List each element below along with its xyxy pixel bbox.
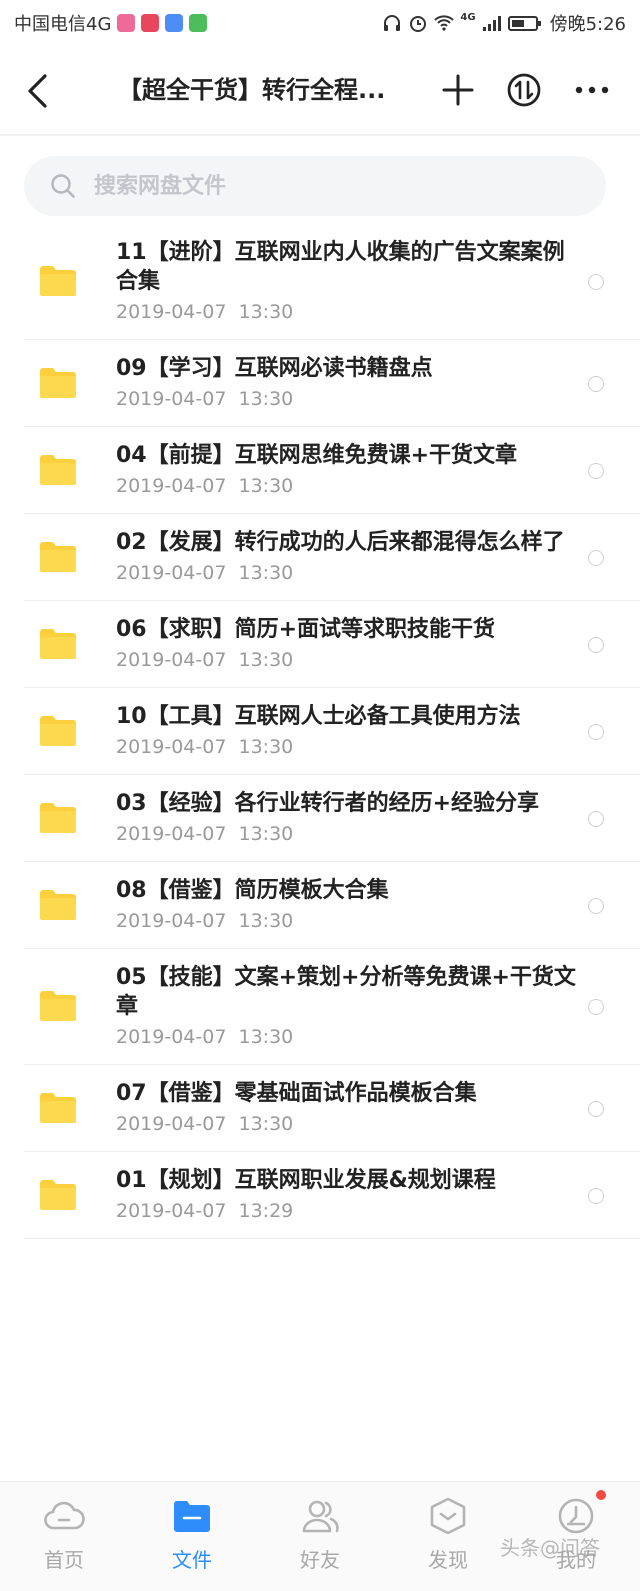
file-name: 10【工具】互联网人士必备工具使用方法 (116, 704, 521, 729)
file-name: 09【学习】互联网必读书籍盘点 (116, 356, 433, 381)
file-name: 04【前提】互联网思维免费课+干货文章 (116, 443, 518, 468)
file-list-item[interactable]: 09【学习】互联网必读书籍盘点 2019-04-07 13:30 (0, 340, 640, 427)
folder-icon (40, 1092, 76, 1123)
nav-bar: 【超全干货】转行全程... (0, 46, 640, 136)
more-button[interactable] (572, 72, 612, 108)
tab-friends[interactable]: 好友 (256, 1482, 384, 1591)
file-date: 2019-04-07 13:30 (116, 736, 294, 758)
select-radio[interactable] (588, 723, 604, 740)
folder-icon (40, 889, 76, 920)
chevron-left-icon (28, 74, 47, 108)
file-name: 02【发展】转行成功的人后来都混得怎么样了 (116, 530, 565, 555)
file-date: 2019-04-07 13:30 (116, 1026, 294, 1048)
select-radio[interactable] (588, 1187, 604, 1204)
discover-icon (430, 1497, 466, 1535)
status-left: 中国电信4G (14, 10, 208, 36)
status-right: 4G 傍晚5:26 (382, 10, 626, 36)
select-radio[interactable] (588, 549, 604, 566)
select-radio[interactable] (588, 999, 604, 1015)
folder-icon (174, 1501, 210, 1532)
notification-app-icon (189, 14, 208, 32)
file-list-item[interactable]: 03【经验】各行业转行者的经历+经验分享 2019-04-07 13:30 (0, 775, 640, 862)
back-button[interactable] (26, 68, 66, 114)
file-date: 2019-04-07 13:30 (116, 562, 294, 584)
file-date: 2019-04-07 13:30 (116, 301, 294, 323)
file-list-item[interactable]: 08【借鉴】简历模板大合集 2019-04-07 13:30 (0, 862, 640, 949)
file-list-item[interactable]: 10【工具】互联网人士必备工具使用方法 2019-04-07 13:30 (0, 688, 640, 775)
select-radio[interactable] (588, 636, 604, 653)
file-date: 2019-04-07 13:30 (116, 649, 294, 671)
cloud-icon (44, 1501, 85, 1530)
select-radio[interactable] (588, 274, 604, 290)
file-name: 05【技能】文案+策划+分析等免费课+干货文章 (116, 965, 576, 1019)
status-bar: 中国电信4G 4G 傍晚5:26 (0, 0, 640, 46)
friends-icon (302, 1500, 339, 1533)
add-button[interactable] (440, 72, 476, 108)
folder-icon (40, 991, 76, 1021)
file-date: 2019-04-07 13:30 (116, 823, 294, 845)
tab-label: 文件 (172, 1548, 212, 1572)
select-radio[interactable] (588, 1100, 604, 1117)
watermark: 头条@问答 (500, 1536, 600, 1560)
file-list-item[interactable]: 04【前提】互联网思维免费课+干货文章 2019-04-07 13:30 (0, 427, 640, 514)
select-radio[interactable] (588, 375, 604, 392)
nav-divider (0, 134, 640, 136)
search-icon (51, 174, 75, 198)
file-name: 03【经验】各行业转行者的经历+经验分享 (116, 791, 540, 816)
file-date: 2019-04-07 13:30 (116, 1113, 294, 1135)
page-title: 【超全干货】转行全程... (118, 76, 386, 104)
signal-icon (482, 16, 501, 31)
alarm-icon (410, 16, 427, 32)
folder-icon (40, 715, 76, 746)
network-type-label: 4G (460, 11, 476, 23)
tab-label: 好友 (300, 1548, 340, 1572)
folder-icon (40, 266, 76, 296)
wifi-icon (434, 15, 455, 31)
clock-label: 傍晚5:26 (549, 14, 626, 35)
tab-label: 首页 (44, 1548, 84, 1572)
transfer-button[interactable] (506, 72, 542, 108)
file-name: 08【借鉴】简历模板大合集 (116, 878, 389, 903)
file-date: 2019-04-07 13:29 (116, 1200, 294, 1222)
tab-files[interactable]: 文件 (128, 1482, 256, 1591)
folder-icon (40, 1179, 76, 1210)
notification-app-icon (141, 14, 160, 32)
tab-label: 发现 (428, 1548, 468, 1572)
headphones-icon (384, 15, 401, 31)
file-list: 11【进阶】互联网业内人收集的广告文案案例合集 2019-04-07 13:30… (0, 224, 640, 1239)
file-date: 2019-04-07 13:30 (116, 910, 294, 932)
tab-home[interactable]: 首页 (0, 1482, 128, 1591)
carrier-label: 中国电信4G (14, 14, 112, 35)
file-date: 2019-04-07 13:30 (116, 388, 294, 410)
select-radio[interactable] (588, 897, 604, 914)
file-date: 2019-04-07 13:30 (116, 475, 294, 497)
file-list-item[interactable]: 06【求职】简历+面试等求职技能干货 2019-04-07 13:30 (0, 601, 640, 688)
folder-icon (40, 367, 76, 398)
search-input[interactable] (92, 172, 556, 200)
file-list-item[interactable]: 01【规划】互联网职业发展&规划课程 2019-04-07 13:29 (0, 1152, 640, 1239)
folder-icon (40, 454, 76, 485)
folder-icon (40, 628, 76, 659)
notification-badge (596, 1490, 606, 1500)
folder-icon (40, 541, 76, 572)
notification-app-icon (117, 14, 136, 32)
file-name: 11【进阶】互联网业内人收集的广告文案案例合集 (116, 240, 565, 294)
file-name: 07【借鉴】零基础面试作品模板合集 (116, 1081, 477, 1106)
profile-icon (558, 1498, 594, 1534)
file-list-item[interactable]: 07【借鉴】零基础面试作品模板合集 2019-04-07 13:30 (0, 1065, 640, 1152)
select-radio[interactable] (588, 462, 604, 479)
file-list-item[interactable]: 05【技能】文案+策划+分析等免费课+干货文章 2019-04-07 13:30 (0, 949, 640, 1065)
file-list-item[interactable]: 11【进阶】互联网业内人收集的广告文案案例合集 2019-04-07 13:30 (0, 224, 640, 340)
tab-discover[interactable]: 发现 (384, 1482, 512, 1591)
notification-app-icon (165, 14, 184, 32)
battery-icon (507, 15, 541, 31)
search-bar[interactable] (24, 156, 606, 216)
select-radio[interactable] (588, 810, 604, 827)
file-name: 01【规划】互联网职业发展&规划课程 (116, 1168, 496, 1193)
file-name: 06【求职】简历+面试等求职技能干货 (116, 617, 496, 642)
folder-icon (40, 802, 76, 833)
file-list-item[interactable]: 02【发展】转行成功的人后来都混得怎么样了 2019-04-07 13:30 (0, 514, 640, 601)
